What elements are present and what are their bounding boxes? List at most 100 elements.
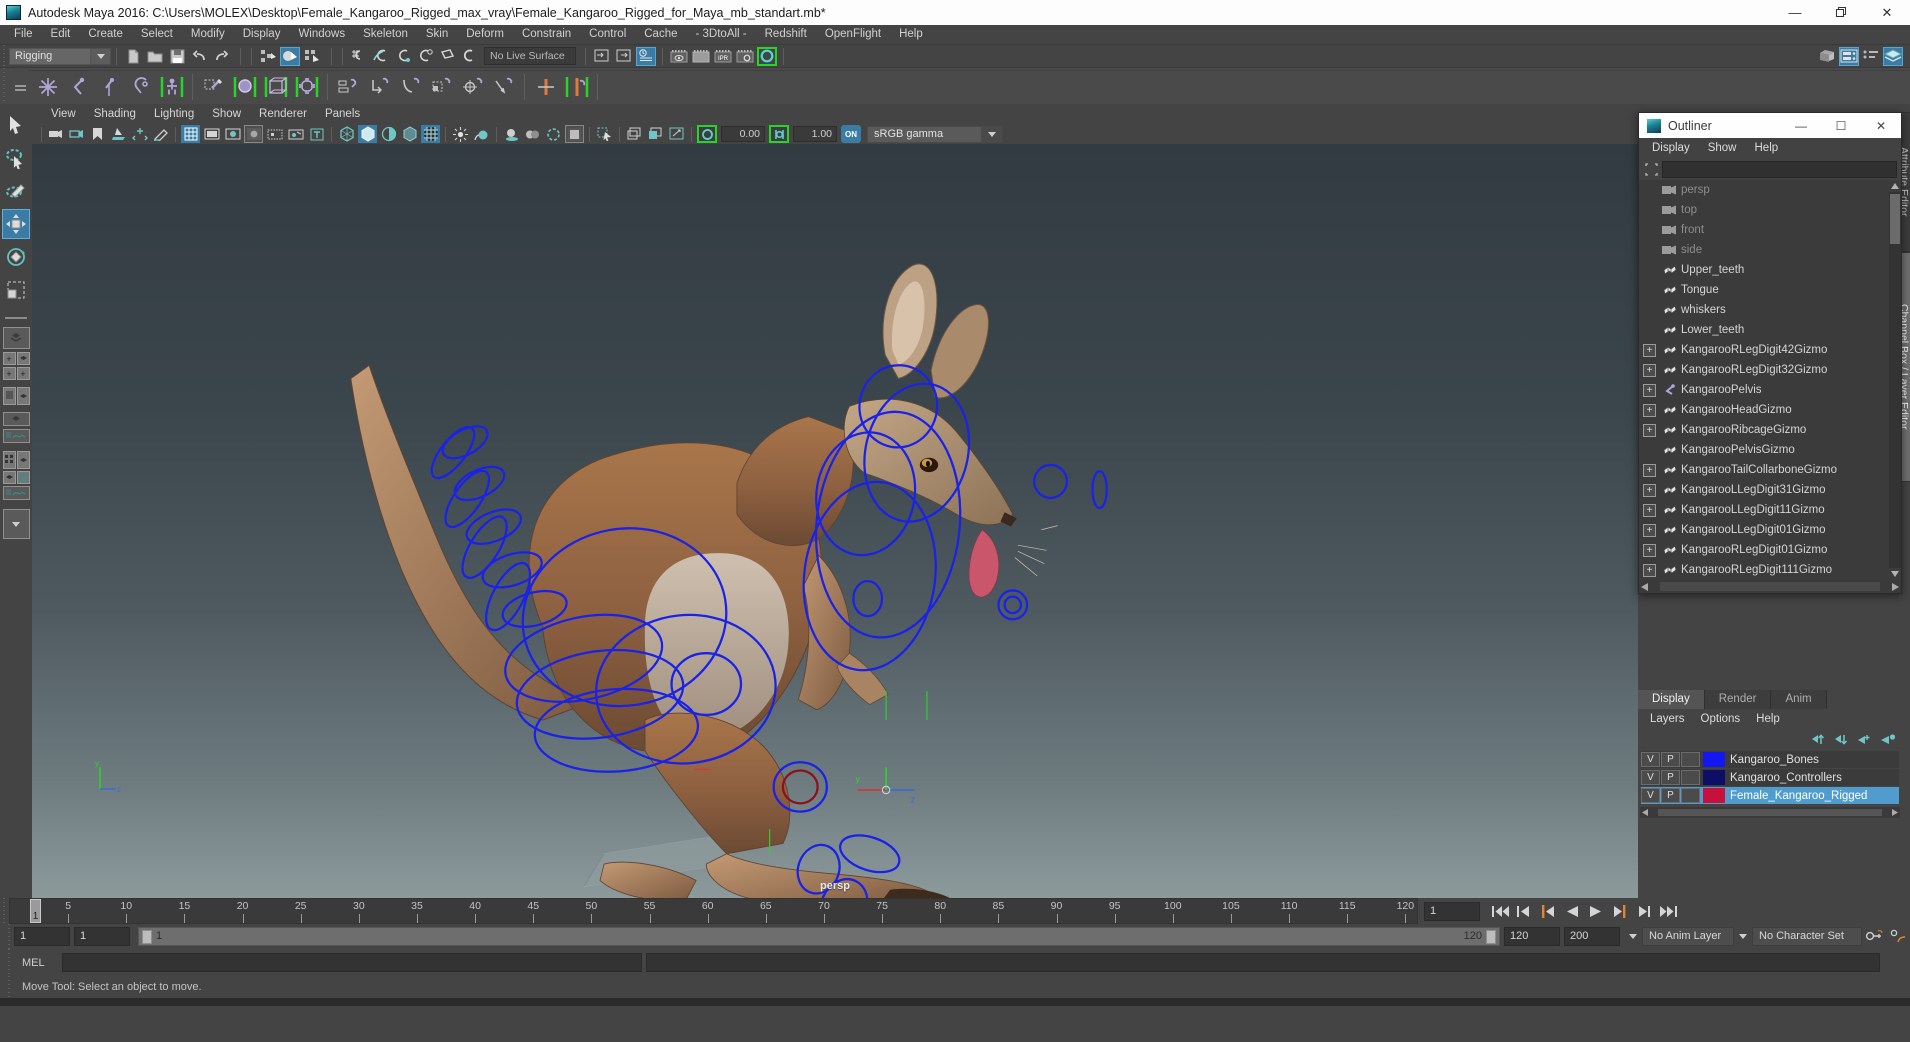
snap-point-icon[interactable] [393,47,413,66]
graph-editor-layout-icon[interactable] [3,429,30,443]
anim-layer-dropdown-arrow[interactable] [1624,927,1642,946]
outliner-item[interactable]: +KangarooRibcageGizmo [1639,420,1889,440]
shelf-tab-handle[interactable] [12,73,28,99]
mirror-joint-icon[interactable] [530,71,561,102]
range-slider-left-handle[interactable] [142,930,152,944]
isolate-select-icon[interactable] [595,125,614,143]
tab-display[interactable]: Display [1638,690,1705,709]
quick-rig-icon[interactable] [156,71,187,102]
menu-modify[interactable]: Modify [182,25,234,44]
shelf-grip[interactable] [0,68,9,104]
bookmark-icon[interactable] [88,125,107,143]
ambient-occlusion-icon[interactable] [523,125,542,143]
vp-menu-show[interactable]: Show [203,108,250,120]
menu-skin[interactable]: Skin [417,25,457,44]
time-slider-current-handle[interactable]: 1 [30,899,41,923]
menu-redshift[interactable]: Redshift [756,25,816,44]
mirror-skin-weights-icon[interactable] [561,71,592,102]
outliner-persp-layout-icon[interactable] [3,387,16,405]
menu-file[interactable]: File [5,25,42,44]
layer-menu-help[interactable]: Help [1748,713,1788,725]
menu-display[interactable]: Display [234,25,290,44]
status-line-grip[interactable] [0,45,9,67]
anti-alias-icon[interactable] [544,125,563,143]
outliner-list[interactable]: persptopfrontsideUpper_teethTonguewhiske… [1639,180,1901,580]
current-frame-field[interactable]: 1 [1424,902,1480,921]
layer-color-swatch[interactable] [1703,752,1725,767]
menu-create[interactable]: Create [79,25,132,44]
exposure-icon[interactable] [697,125,717,143]
outliner-item[interactable]: front [1639,220,1889,240]
layer-type-toggle[interactable] [1681,770,1700,785]
lattice-icon[interactable] [260,71,291,102]
render-settings-icon[interactable] [735,47,755,66]
point-constraint-icon[interactable] [364,71,395,102]
menu-edit[interactable]: Edit [42,25,80,44]
step-forward-icon[interactable] [1632,901,1656,922]
layer-color-swatch[interactable] [1703,788,1725,803]
menu-deform[interactable]: Deform [457,25,513,44]
previous-key-icon[interactable] [1536,901,1560,922]
exposure-value-field[interactable]: 0.00 [721,126,765,142]
persp-hypershade-layout-icon[interactable] [17,451,30,469]
render-view-icon[interactable] [757,47,777,66]
minimize-button[interactable]: — [1772,0,1818,25]
use-default-lighting-icon[interactable] [451,125,470,143]
playback-end-field[interactable]: 120 [1504,927,1560,946]
layer-playback-toggle[interactable]: P [1661,770,1680,785]
texture-shading-icon[interactable] [400,125,419,143]
snap-curve-icon[interactable] [371,47,391,66]
single-view-layout-icon[interactable] [3,327,30,349]
outliner-menu-show[interactable]: Show [1699,142,1746,154]
menu-control[interactable]: Control [580,25,635,44]
select-camera-icon[interactable] [46,125,65,143]
render-current-frame-icon[interactable] [669,47,689,66]
outliner-scroll-up-icon[interactable] [1889,180,1901,192]
relationship-editor-layout-icon[interactable] [17,471,30,484]
outliner-menu-help[interactable]: Help [1746,142,1788,154]
expand-plus-icon[interactable]: + [1643,484,1656,497]
magnet-icon[interactable] [459,47,479,66]
outliner-scroll-thumb[interactable] [1890,194,1900,244]
ik-handle-icon[interactable] [63,71,94,102]
menu-constrain[interactable]: Constrain [513,25,580,44]
color-profile-field[interactable]: sRGB gamma [867,126,982,143]
two-pane-side-layout-icon[interactable]: + [3,352,16,365]
expand-plus-icon[interactable]: + [1643,564,1656,577]
range-slider-grip[interactable] [5,924,14,949]
bind-skin-icon[interactable] [125,71,156,102]
menuset-selector[interactable]: Rigging [9,48,91,65]
command-line-grip[interactable] [5,949,14,976]
redo-render-icon[interactable] [691,47,711,66]
anim-layer-field[interactable]: No Anim Layer [1642,927,1734,946]
outliner-filter-icon[interactable] [1643,161,1659,177]
create-joint-icon[interactable] [32,71,63,102]
layer-menu-layers[interactable]: Layers [1642,713,1693,725]
viewport-copy-icon[interactable] [646,125,665,143]
four-pane-layout-icon[interactable]: + [17,367,30,380]
deformer-sphere-icon[interactable] [229,71,260,102]
outliner-item[interactable]: top [1639,200,1889,220]
hypershade-layout-icon[interactable] [3,451,16,469]
xray-joints-icon[interactable] [286,125,305,143]
outliner-close-button[interactable]: ✕ [1861,113,1901,138]
outliner-item[interactable]: Tongue [1639,280,1889,300]
range-start-field[interactable]: 1 [74,927,130,946]
scale-tool-icon[interactable] [2,275,30,305]
menu-skeleton[interactable]: Skeleton [354,25,417,44]
parent-constraint-icon[interactable] [333,71,364,102]
time-slider-track[interactable]: 1 51015202530354045505560657075808590951… [9,898,1418,924]
outliner-item[interactable]: Lower_teeth [1639,320,1889,340]
outliner-item[interactable]: whiskers [1639,300,1889,320]
menu-select[interactable]: Select [132,25,182,44]
layer-menu-options[interactable]: Options [1693,713,1749,725]
aim-constraint-icon[interactable] [457,71,488,102]
time-slider-grip[interactable] [0,898,9,924]
play-forwards-icon[interactable] [1584,901,1608,922]
outliner-item[interactable]: persp [1639,180,1889,200]
expand-plus-icon[interactable]: + [1643,544,1656,557]
xray-toggle-icon[interactable] [265,125,284,143]
outliner-search-input[interactable] [1662,161,1897,178]
select-tool-icon[interactable] [2,110,30,140]
select-component-icon[interactable] [302,47,322,66]
